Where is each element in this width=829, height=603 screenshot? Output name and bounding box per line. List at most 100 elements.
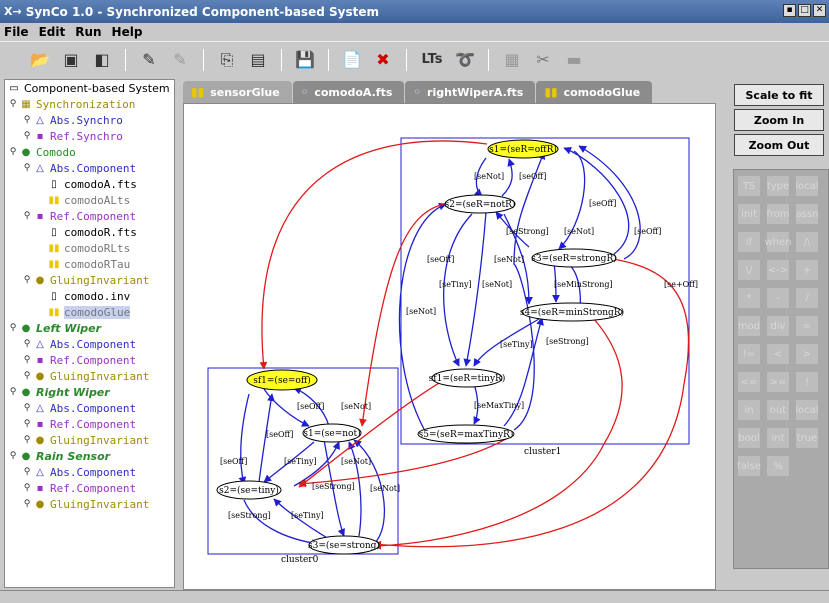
- tree-row[interactable]: ⚲ ▪ Ref.Component: [5, 416, 174, 432]
- window-icon[interactable]: ▣: [59, 48, 83, 72]
- tree-row[interactable]: ⚲ △ Abs.Synchro: [5, 112, 174, 128]
- zoom-in-button[interactable]: Zoom In: [734, 109, 824, 131]
- palette-key[interactable]: from: [766, 204, 790, 224]
- chat-icon[interactable]: ▬: [562, 48, 586, 72]
- tree-row[interactable]: ⚲ △ Abs.Component: [5, 336, 174, 352]
- palette-key[interactable]: when: [765, 232, 792, 252]
- tree-toggle-icon[interactable]: ⚲: [21, 419, 33, 429]
- lts-icon[interactable]: LTs: [418, 48, 446, 72]
- tree-toggle-icon[interactable]: ⚲: [21, 275, 33, 285]
- tree-row[interactable]: ▯ comodoR.fts: [5, 224, 174, 240]
- palette-key[interactable]: local: [795, 176, 819, 196]
- palette-key[interactable]: >: [796, 344, 818, 364]
- copy-window-icon[interactable]: ◧: [90, 48, 114, 72]
- tree-row[interactable]: ▮▮ comodoALts: [5, 192, 174, 208]
- cut-icon[interactable]: ✂: [531, 48, 555, 72]
- tree-row[interactable]: ⚲ ▪ Ref.Component: [5, 480, 174, 496]
- palette-key[interactable]: bool: [738, 428, 760, 448]
- scale-to-fit-button[interactable]: Scale to fit: [734, 84, 824, 106]
- tree-row[interactable]: ▯ comodoA.fts: [5, 176, 174, 192]
- tab-rightwipera[interactable]: ◦ rightWiperA.fts: [405, 81, 536, 103]
- palette-key[interactable]: mod: [738, 316, 760, 336]
- palette-key[interactable]: init: [738, 204, 760, 224]
- tree-row[interactable]: ⚲ ● Rain Sensor: [5, 448, 174, 464]
- tree-row[interactable]: ▮▮ comodoRLts: [5, 240, 174, 256]
- copy-icon[interactable]: ⎘: [215, 48, 239, 72]
- palette-key[interactable]: false: [737, 456, 761, 476]
- tree-row[interactable]: ⚲ △ Abs.Component: [5, 160, 174, 176]
- tree-row[interactable]: ⚲ ▪ Ref.Component: [5, 208, 174, 224]
- palette-key[interactable]: !=: [738, 344, 760, 364]
- palette-key[interactable]: >=: [767, 372, 789, 392]
- menu-edit[interactable]: Edit: [39, 25, 66, 39]
- tree-row[interactable]: ⚲ △ Abs.Component: [5, 464, 174, 480]
- palette-key[interactable]: !: [796, 372, 818, 392]
- component-tree[interactable]: ▭ Component-based System ⚲ ▦ Synchronizati…: [4, 79, 175, 588]
- close-button[interactable]: ✕: [813, 4, 826, 17]
- palette-key[interactable]: =: [796, 316, 818, 336]
- palette-key[interactable]: true: [796, 428, 818, 448]
- palette-key[interactable]: +: [796, 260, 818, 280]
- tab-sensorglue[interactable]: ▮▮ sensorGlue: [183, 81, 292, 103]
- tree-row[interactable]: ⚲ ▪ Ref.Synchro: [5, 128, 174, 144]
- transition-graph[interactable]: cluster1 cluster0 s1=(seR=offR) s2=(seR=…: [184, 104, 716, 590]
- maximize-button[interactable]: □: [798, 4, 811, 17]
- palette-key[interactable]: div: [767, 316, 789, 336]
- zoom-out-button[interactable]: Zoom Out: [734, 134, 824, 156]
- tree-toggle-icon[interactable]: ⚲: [21, 355, 33, 365]
- menu-run[interactable]: Run: [75, 25, 101, 39]
- run-icon[interactable]: ➰: [453, 48, 477, 72]
- tree-row[interactable]: ⚲ ● GluingInvariant: [5, 272, 174, 288]
- tree-toggle-icon[interactable]: ⚲: [21, 131, 33, 141]
- palette-key[interactable]: /: [796, 288, 818, 308]
- palette-key[interactable]: out: [767, 400, 789, 420]
- tree-row[interactable]: ▮▮ comodoGlue: [5, 304, 174, 320]
- tree-toggle-icon[interactable]: ⚲: [21, 115, 33, 125]
- tree-toggle-icon[interactable]: ⚲: [21, 483, 33, 493]
- menu-help[interactable]: Help: [112, 25, 143, 39]
- palette-key[interactable]: *: [738, 288, 760, 308]
- palette-key[interactable]: <=: [738, 372, 760, 392]
- tree-row[interactable]: ⚲ ▪ Ref.Component: [5, 352, 174, 368]
- tree-row[interactable]: ⚲ ● Left Wiper: [5, 320, 174, 336]
- palette-key[interactable]: TS: [738, 176, 760, 196]
- tree-row[interactable]: ⚲ ● GluingInvariant: [5, 496, 174, 512]
- palette-key[interactable]: <->: [767, 260, 789, 280]
- new-page-icon[interactable]: 📄: [340, 48, 364, 72]
- tree-toggle-icon[interactable]: ⚲: [7, 147, 19, 157]
- tree-toggle-icon[interactable]: ⚲: [21, 467, 33, 477]
- tree-row[interactable]: ▮▮ comodoRTau: [5, 256, 174, 272]
- tree-toggle-icon[interactable]: ⚲: [7, 323, 19, 333]
- tab-comodoglue[interactable]: ▮▮ comodoGlue: [536, 81, 653, 103]
- palette-key[interactable]: <: [767, 344, 789, 364]
- minimize-button[interactable]: ▪: [783, 4, 796, 17]
- paste-icon[interactable]: ▤: [246, 48, 270, 72]
- open-folder-icon[interactable]: 📂: [28, 48, 52, 72]
- tree-toggle-icon[interactable]: ⚲: [7, 451, 19, 461]
- tree-toggle-icon[interactable]: ⚲: [21, 211, 33, 221]
- palette-key[interactable]: -: [767, 288, 789, 308]
- menu-file[interactable]: File: [4, 25, 29, 39]
- tree-toggle-icon[interactable]: ⚲: [21, 499, 33, 509]
- tree-toggle-icon[interactable]: ⚲: [21, 163, 33, 173]
- tree-toggle-icon[interactable]: ⚲: [21, 435, 33, 445]
- palette-key[interactable]: /\: [796, 232, 818, 252]
- tree-root[interactable]: ▭ Component-based System: [5, 80, 174, 96]
- tree-toggle-icon[interactable]: ⚲: [7, 99, 19, 109]
- palette-key[interactable]: local: [795, 400, 819, 420]
- edit-icon[interactable]: ✎: [137, 48, 161, 72]
- close-doc-icon[interactable]: ✖: [371, 48, 395, 72]
- palette-key[interactable]: %: [767, 456, 789, 476]
- tree-row[interactable]: ⚲ ● GluingInvariant: [5, 432, 174, 448]
- tree-toggle-icon[interactable]: ⚲: [21, 339, 33, 349]
- tree-row[interactable]: ⚲ ● Comodo: [5, 144, 174, 160]
- tree-row[interactable]: ▯ comodo.inv: [5, 288, 174, 304]
- palette-key[interactable]: if: [738, 232, 760, 252]
- tree-row[interactable]: ⚲ ● Right Wiper: [5, 384, 174, 400]
- tree-row[interactable]: ⚲ ▦ Synchronization: [5, 96, 174, 112]
- tree-toggle-icon[interactable]: ⚲: [21, 371, 33, 381]
- palette-key[interactable]: type: [767, 176, 789, 196]
- tree-row[interactable]: ⚲ ● GluingInvariant: [5, 368, 174, 384]
- splitter[interactable]: [175, 79, 181, 588]
- palette-key[interactable]: int: [767, 428, 789, 448]
